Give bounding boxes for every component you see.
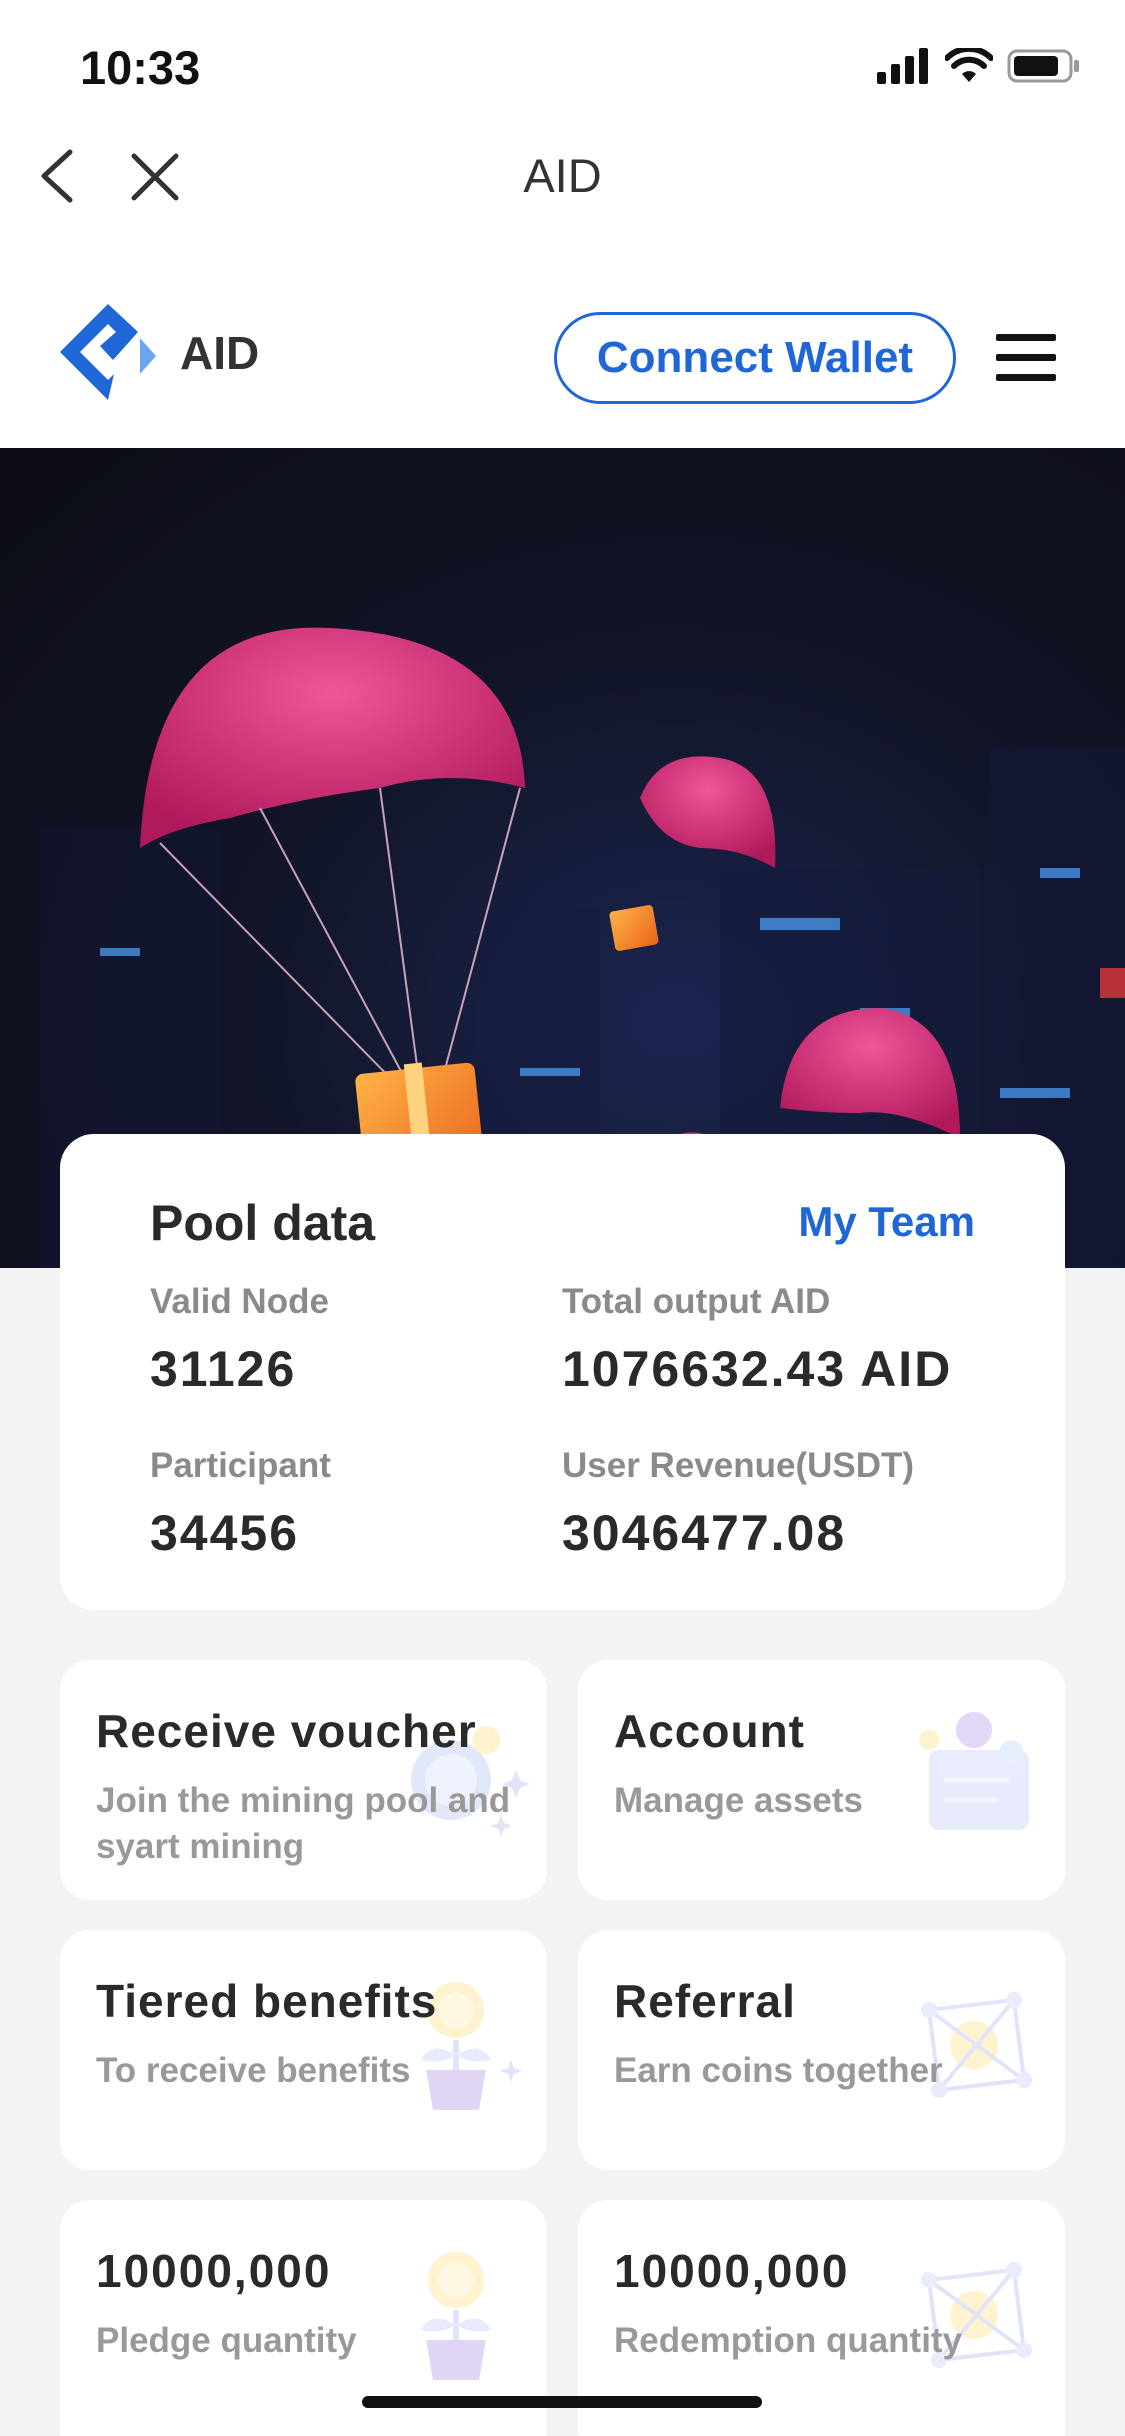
redemption-quantity-label: Redemption quantity [614,2321,963,2360]
status-bar: 10:33 [0,0,1125,132]
participant-label: Participant [150,1446,331,1485]
tile-title: Account [614,1705,805,1757]
site-header: AID Connect Wallet [0,222,1125,448]
aid-logo-icon [60,304,156,400]
user-revenue-label: User Revenue(USDT) [562,1446,915,1485]
signal-icon [877,48,928,84]
participant-value: 34456 [150,1505,300,1561]
user-revenue-value: 3046477.08 [562,1505,847,1561]
tile-subtitle: Manage assets [614,1781,864,1820]
home-indicator[interactable] [362,2396,762,2408]
network-icon [921,1992,1032,2098]
plant-coin-icon [421,2252,491,2380]
network-icon [921,2262,1032,2368]
wallet-icon [919,1712,1029,1830]
brand-name: AID [180,327,260,379]
nav-bar: AID [0,132,1125,222]
tiered-benefits-tile[interactable]: Tiered benefits To receive benefits [60,1930,547,2170]
total-output-value: 1076632.43 AID [562,1341,953,1397]
connect-wallet-button[interactable]: Connect Wallet [554,312,956,404]
valid-node-value: 31126 [150,1341,297,1397]
total-output-label: Total output AID [562,1282,831,1321]
account-tile[interactable]: Account Manage assets [578,1660,1065,1900]
tile-subtitle: Join the mining pool and syart mining [96,1781,511,1866]
tile-title: Receive voucher [96,1705,477,1757]
status-time: 10:33 [80,41,201,94]
tile-title: Referral [614,1975,796,2027]
tile-subtitle: Earn coins together [614,2051,943,2090]
receive-voucher-tile[interactable]: Receive voucher Join the mining pool and… [60,1660,547,1900]
valid-node-label: Valid Node [150,1282,329,1321]
pool-data-card: Pool data My Team Valid Node 31126 Total… [60,1134,1065,1610]
redemption-quantity-value: 10000,000 [614,2245,850,2297]
pledge-quantity-value: 10000,000 [96,2245,332,2297]
menu-icon[interactable] [996,334,1056,382]
tile-title: Tiered benefits [96,1975,438,2027]
nav-title: AID [523,149,602,202]
referral-tile[interactable]: Referral Earn coins together [578,1930,1065,2170]
my-team-link[interactable]: My Team [798,1198,975,1246]
status-icons [877,48,1081,84]
pool-title: Pool data [150,1195,376,1251]
tile-subtitle: To receive benefits [96,2051,411,2090]
battery-icon [1007,49,1079,83]
pledge-quantity-label: Pledge quantity [96,2321,357,2360]
wifi-icon [945,48,993,82]
